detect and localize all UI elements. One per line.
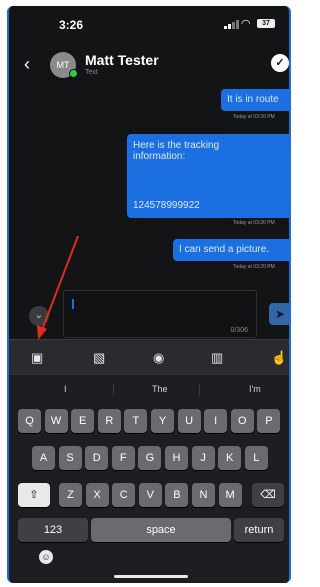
annotation-arrow <box>37 235 79 340</box>
